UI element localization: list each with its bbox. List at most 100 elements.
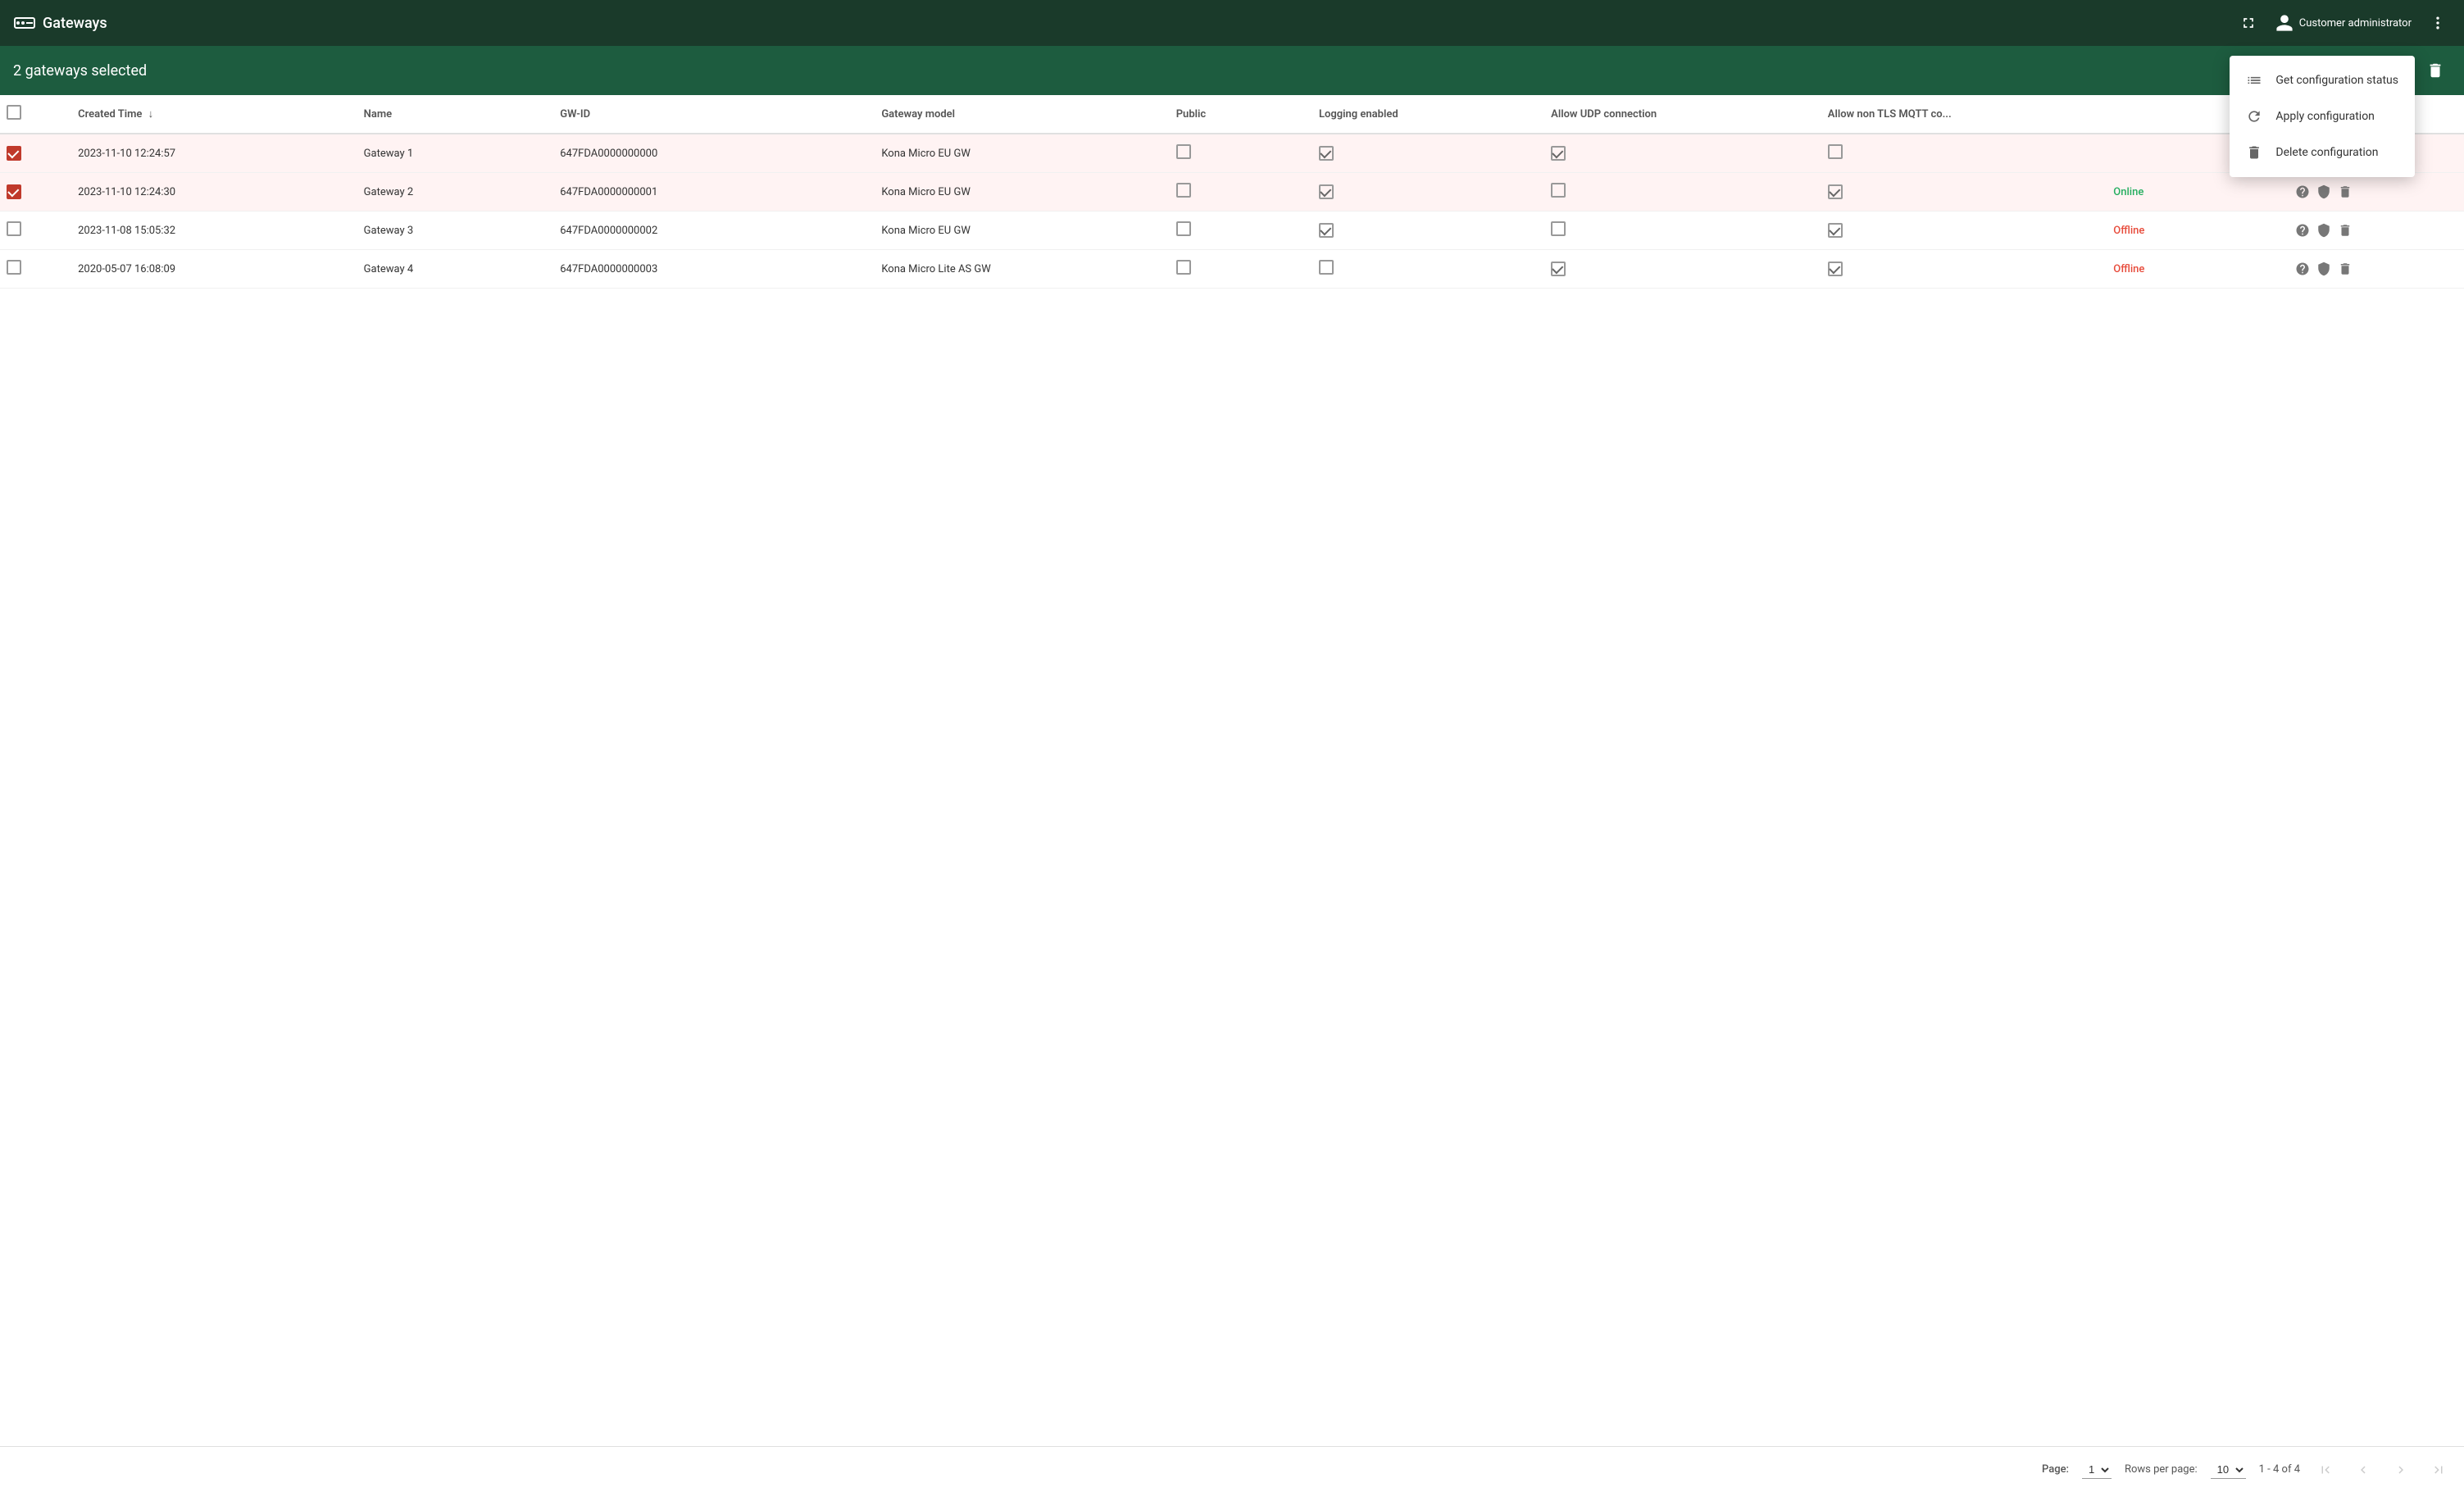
row-delete-button[interactable]	[2334, 181, 2356, 202]
list-icon	[2246, 72, 2262, 89]
cell-actions	[2285, 212, 2464, 250]
cell-actions	[2285, 250, 2464, 289]
cell-name: Gateway 4	[357, 250, 554, 289]
col-header-logging: Logging enabled	[1312, 95, 1544, 134]
delete-config-label: Delete configuration	[2275, 146, 2378, 159]
row-help-button[interactable]	[2292, 220, 2313, 241]
cell-public	[1170, 250, 1312, 289]
app-logo-icon	[13, 11, 36, 34]
apply-config-label: Apply configuration	[2275, 110, 2375, 123]
col-header-udp: Allow UDP connection	[1544, 95, 1821, 134]
rows-per-page-select[interactable]: 10 25 50	[2211, 1461, 2246, 1479]
more-menu-button[interactable]	[2425, 10, 2451, 36]
col-header-model: Gateway model	[875, 95, 1169, 134]
cell-mqttco	[1821, 134, 2107, 173]
gateways-table: Created Time ↓ Name GW-ID Gateway model …	[0, 95, 2464, 289]
cell-model: Kona Micro EU GW	[875, 134, 1169, 173]
cell-udp	[1544, 134, 1821, 173]
select-all-header[interactable]	[0, 95, 71, 134]
delete-config-icon	[2246, 144, 2262, 161]
page-label: Page:	[2042, 1463, 2069, 1476]
pagination-bar: Page: 1 Rows per page: 10 25 50 1 - 4 of…	[0, 1446, 2464, 1492]
cell-public	[1170, 173, 1312, 212]
col-header-created[interactable]: Created Time ↓	[71, 95, 357, 134]
sort-icon-created: ↓	[148, 108, 154, 121]
cell-mqttco	[1821, 250, 2107, 289]
row-checkbox-2[interactable]	[7, 184, 21, 199]
col-header-gwid: GW-ID	[553, 95, 875, 134]
col-header-name: Name	[357, 95, 554, 134]
cell-name: Gateway 1	[357, 134, 554, 173]
fullscreen-button[interactable]	[2235, 10, 2262, 36]
row-shield-button[interactable]	[2313, 258, 2334, 280]
cell-status: Offline	[2107, 212, 2285, 250]
table-container: Created Time ↓ Name GW-ID Gateway model …	[0, 95, 2464, 1446]
cell-udp	[1544, 212, 1821, 250]
rows-per-page-label: Rows per page:	[2125, 1463, 2198, 1476]
cell-mqttco	[1821, 212, 2107, 250]
cell-created: 2023-11-10 12:24:57	[71, 134, 357, 173]
col-header-public: Public	[1170, 95, 1312, 134]
row-checkbox-1[interactable]	[7, 146, 21, 161]
get-config-status-item[interactable]: Get configuration status	[2230, 62, 2415, 98]
topnav-right: Customer administrator	[2235, 10, 2451, 36]
cell-gwid: 647FDA0000000000	[553, 134, 875, 173]
cell-model: Kona Micro Lite AS GW	[875, 250, 1169, 289]
cell-gwid: 647FDA0000000003	[553, 250, 875, 289]
table-row: 2023-11-10 12:24:30Gateway 2647FDA000000…	[0, 173, 2464, 212]
row-checkbox-3[interactable]	[7, 221, 21, 236]
last-page-button[interactable]	[2426, 1458, 2451, 1482]
top-navigation: Gateways Customer administrator	[0, 0, 2464, 46]
cell-status: Online	[2107, 173, 2285, 212]
refresh-icon	[2246, 108, 2262, 125]
first-page-button[interactable]	[2313, 1458, 2338, 1482]
delete-selected-button[interactable]	[2420, 55, 2451, 86]
cell-mqttco	[1821, 173, 2107, 212]
table-header-row: Created Time ↓ Name GW-ID Gateway model …	[0, 95, 2464, 134]
app-title: Gateways	[43, 15, 107, 32]
cell-logging	[1312, 173, 1544, 212]
table-row: 2023-11-08 15:05:32Gateway 3647FDA000000…	[0, 212, 2464, 250]
cell-actions	[2285, 173, 2464, 212]
row-help-button[interactable]	[2292, 181, 2313, 202]
select-all-checkbox[interactable]	[7, 105, 21, 120]
cell-public	[1170, 134, 1312, 173]
cell-logging	[1312, 134, 1544, 173]
row-delete-button[interactable]	[2334, 220, 2356, 241]
col-header-mqttco: Allow non TLS MQTT co...	[1821, 95, 2107, 134]
row-help-button[interactable]	[2292, 258, 2313, 280]
table-body: 2023-11-10 12:24:57Gateway 1647FDA000000…	[0, 134, 2464, 289]
cell-udp	[1544, 173, 1821, 212]
cell-model: Kona Micro EU GW	[875, 173, 1169, 212]
cell-logging	[1312, 212, 1544, 250]
selection-count: 2 gateways selected	[13, 62, 2307, 80]
row-shield-button[interactable]	[2313, 220, 2334, 241]
next-page-button[interactable]	[2389, 1458, 2413, 1482]
delete-config-item[interactable]: Delete configuration	[2230, 134, 2415, 171]
dropdown-menu: Get configuration status Apply configura…	[2230, 56, 2415, 177]
user-name: Customer administrator	[2299, 17, 2412, 30]
page-info: 1 - 4 of 4	[2259, 1463, 2300, 1476]
cell-public	[1170, 212, 1312, 250]
user-menu[interactable]: Customer administrator	[2275, 13, 2412, 33]
cell-udp	[1544, 250, 1821, 289]
row-delete-button[interactable]	[2334, 258, 2356, 280]
cell-created: 2020-05-07 16:08:09	[71, 250, 357, 289]
cell-created: 2023-11-10 12:24:30	[71, 173, 357, 212]
page-select[interactable]: 1	[2082, 1461, 2112, 1479]
cell-status: Offline	[2107, 250, 2285, 289]
cell-logging	[1312, 250, 1544, 289]
cell-name: Gateway 3	[357, 212, 554, 250]
cell-name: Gateway 2	[357, 173, 554, 212]
cell-created: 2023-11-08 15:05:32	[71, 212, 357, 250]
cell-gwid: 647FDA0000000002	[553, 212, 875, 250]
row-shield-button[interactable]	[2313, 181, 2334, 202]
row-checkbox-4[interactable]	[7, 260, 21, 275]
user-avatar-icon	[2275, 13, 2294, 33]
cell-gwid: 647FDA0000000001	[553, 173, 875, 212]
prev-page-button[interactable]	[2351, 1458, 2375, 1482]
selection-header: 2 gateways selected Get configuration st…	[0, 46, 2464, 95]
cell-model: Kona Micro EU GW	[875, 212, 1169, 250]
app-logo-area: Gateways	[13, 11, 2235, 34]
apply-config-item[interactable]: Apply configuration	[2230, 98, 2415, 134]
